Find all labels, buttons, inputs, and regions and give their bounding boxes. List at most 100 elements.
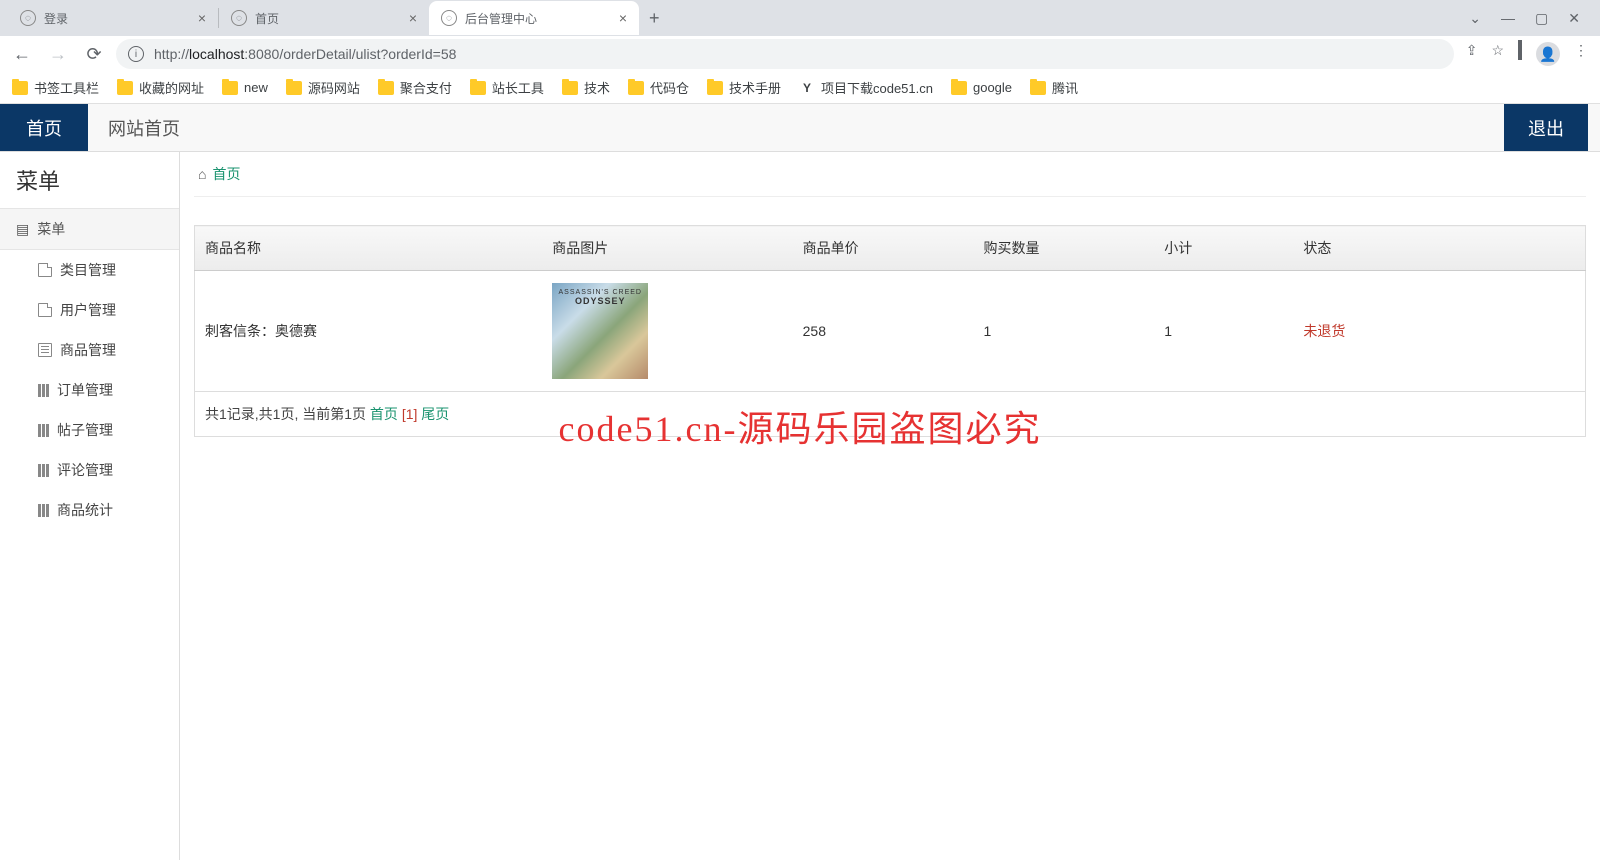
cell-price: 258	[793, 271, 974, 392]
bookmark-item[interactable]: google	[951, 80, 1012, 95]
table-header-row: 商品名称 商品图片 商品单价 购买数量 小计 状态	[195, 226, 1586, 271]
tab-title: 登录	[44, 10, 190, 27]
menu-root[interactable]: ▤ 菜单	[0, 208, 179, 250]
menu-icon[interactable]: ⋮	[1574, 42, 1588, 66]
menu-icon: ▤	[16, 221, 29, 238]
home-icon: ⌂	[198, 166, 206, 182]
product-image: ASSASSIN'S CREED ODYSSEY	[552, 283, 648, 379]
col-subtotal: 小计	[1154, 226, 1293, 271]
bookmark-item[interactable]: 技术	[562, 78, 610, 97]
forward-button[interactable]: →	[44, 40, 72, 68]
star-icon[interactable]: ☆	[1491, 42, 1504, 66]
books-icon	[38, 384, 49, 397]
close-window-icon[interactable]: ✕	[1568, 10, 1580, 27]
folder-icon	[117, 81, 133, 95]
close-icon[interactable]: ×	[409, 10, 417, 26]
minimize-icon[interactable]: —	[1501, 10, 1515, 27]
globe-icon: ◌	[441, 10, 457, 26]
pager-first[interactable]: 首页	[370, 406, 398, 422]
breadcrumb-home-link[interactable]: 首页	[212, 164, 240, 184]
nav-site-home[interactable]: 网站首页	[88, 104, 200, 151]
url-text: http://localhost:8080/orderDetail/ulist?…	[154, 46, 456, 62]
sidebar-item-category[interactable]: 类目管理	[0, 250, 179, 290]
pager-last[interactable]: 尾页	[421, 406, 449, 422]
col-status: 状态	[1293, 226, 1585, 271]
sidebar-item-comments[interactable]: 评论管理	[0, 450, 179, 490]
table-row: 刺客信条：奥德赛 ASSASSIN'S CREED ODYSSEY 258 1 …	[195, 271, 1586, 392]
books-icon	[38, 504, 49, 517]
page-icon	[38, 263, 52, 277]
bookmark-item[interactable]: 源码网站	[286, 78, 360, 97]
main-content: ⌂ 首页 商品名称 商品图片 商品单价 购买数量 小计 状态 刺客信条：奥德赛	[180, 152, 1600, 860]
cell-subtotal: 1	[1154, 271, 1293, 392]
cell-qty: 1	[973, 271, 1154, 392]
new-tab-button[interactable]: +	[639, 8, 670, 29]
books-icon	[38, 464, 49, 477]
nav-home[interactable]: 首页	[0, 104, 88, 151]
col-name: 商品名称	[195, 226, 543, 271]
bookmark-item[interactable]: 腾讯	[1030, 78, 1078, 97]
pager-row: 共1记录,共1页, 当前第1页 首页 [1] 尾页	[195, 392, 1586, 437]
cell-name: 刺客信条：奥德赛	[195, 271, 543, 392]
status-badge: 未退货	[1303, 323, 1345, 339]
globe-icon: ◌	[231, 10, 247, 26]
bookmark-item[interactable]: 技术手册	[707, 78, 781, 97]
folder-icon	[628, 81, 644, 95]
folder-icon	[562, 81, 578, 95]
reload-button[interactable]: ⟳	[80, 40, 108, 68]
pager-current: [1]	[402, 406, 418, 422]
tab-title: 首页	[255, 10, 401, 27]
toolbar-icons: ⇪ ☆ 👤 ⋮	[1462, 42, 1592, 66]
bookmark-item[interactable]: 代码仓	[628, 78, 689, 97]
folder-icon	[222, 81, 238, 95]
breadcrumb: ⌂ 首页	[194, 152, 1586, 197]
folder-icon	[1030, 81, 1046, 95]
browser-tab-active[interactable]: ◌ 后台管理中心 ×	[429, 1, 639, 35]
cell-status: 未退货	[1293, 271, 1585, 392]
list-icon	[38, 343, 52, 357]
close-icon[interactable]: ×	[619, 10, 627, 26]
bookmark-item[interactable]: 站长工具	[470, 78, 544, 97]
books-icon	[38, 424, 49, 437]
close-icon[interactable]: ×	[198, 10, 206, 26]
page-icon	[38, 303, 52, 317]
folder-icon	[286, 81, 302, 95]
bookmark-item[interactable]: 书签工具栏	[12, 78, 99, 97]
site-icon: Y	[799, 80, 815, 96]
sidebar: 菜单 ▤ 菜单 类目管理 用户管理 商品管理 订单管理 帖子管理 评论管理 商品…	[0, 152, 180, 860]
info-icon[interactable]: i	[128, 46, 144, 62]
panel-icon[interactable]	[1518, 42, 1522, 66]
bookmark-item[interactable]: Y项目下载code51.cn	[799, 78, 933, 97]
col-price: 商品单价	[793, 226, 974, 271]
address-bar: ← → ⟳ i http://localhost:8080/orderDetai…	[0, 36, 1600, 72]
folder-icon	[378, 81, 394, 95]
bookmark-item[interactable]: 收藏的网址	[117, 78, 204, 97]
app-header: 首页 网站首页 退出	[0, 104, 1600, 152]
browser-tab[interactable]: ◌ 登录 ×	[8, 1, 218, 35]
url-input[interactable]: i http://localhost:8080/orderDetail/ulis…	[116, 39, 1454, 69]
folder-icon	[951, 81, 967, 95]
share-icon[interactable]: ⇪	[1466, 42, 1478, 66]
order-detail-table: 商品名称 商品图片 商品单价 购买数量 小计 状态 刺客信条：奥德赛 ASSAS…	[194, 225, 1586, 437]
sidebar-item-products[interactable]: 商品管理	[0, 330, 179, 370]
bookmark-item[interactable]: new	[222, 80, 268, 95]
col-image: 商品图片	[542, 226, 792, 271]
browser-tab[interactable]: ◌ 首页 ×	[219, 1, 429, 35]
maximize-icon[interactable]: ▢	[1535, 10, 1548, 27]
sidebar-item-posts[interactable]: 帖子管理	[0, 410, 179, 450]
sidebar-item-stats[interactable]: 商品统计	[0, 490, 179, 530]
chevron-down-icon[interactable]: ⌄	[1469, 10, 1481, 27]
folder-icon	[470, 81, 486, 95]
window-controls: ⌄ — ▢ ✕	[1469, 10, 1592, 27]
profile-icon[interactable]: 👤	[1536, 42, 1560, 66]
logout-button[interactable]: 退出	[1504, 104, 1588, 151]
bookmarks-bar: 书签工具栏 收藏的网址 new 源码网站 聚合支付 站长工具 技术 代码仓 技术…	[0, 72, 1600, 104]
sidebar-item-orders[interactable]: 订单管理	[0, 370, 179, 410]
back-button[interactable]: ←	[8, 40, 36, 68]
bookmark-item[interactable]: 聚合支付	[378, 78, 452, 97]
tab-bar: ◌ 登录 × ◌ 首页 × ◌ 后台管理中心 × + ⌄ — ▢ ✕	[0, 0, 1600, 36]
browser-chrome: ◌ 登录 × ◌ 首页 × ◌ 后台管理中心 × + ⌄ — ▢ ✕ ← → ⟳…	[0, 0, 1600, 104]
tab-title: 后台管理中心	[465, 10, 611, 27]
globe-icon: ◌	[20, 10, 36, 26]
sidebar-item-users[interactable]: 用户管理	[0, 290, 179, 330]
